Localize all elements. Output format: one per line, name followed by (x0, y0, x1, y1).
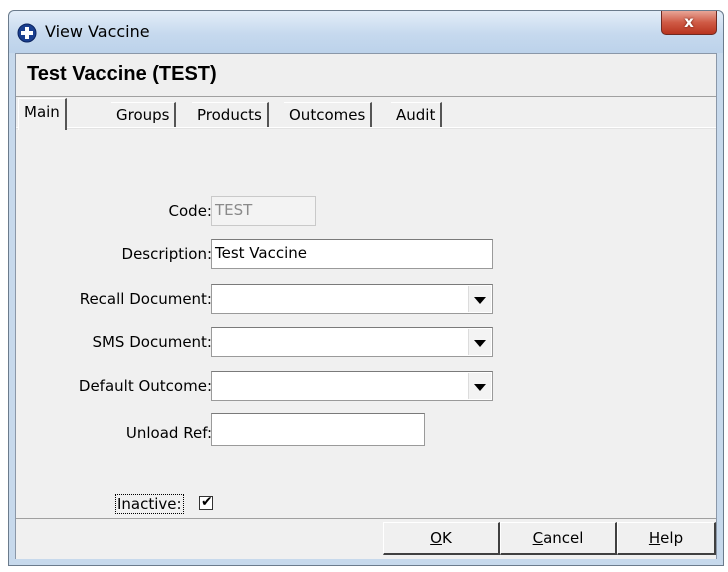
inactive-label[interactable]: Inactive: (115, 494, 184, 514)
ok-label-rest: K (441, 529, 452, 547)
close-icon: x (684, 13, 694, 31)
cancel-label-rest: ancel (543, 529, 584, 547)
button-bar: OK Cancel Help (16, 518, 716, 559)
code-label: Code: (168, 202, 212, 220)
description-label: Description: (121, 245, 212, 263)
sms-document-select[interactable] (211, 327, 493, 357)
default-outcome-label: Default Outcome: (78, 377, 212, 395)
tab-divider-shadow (16, 128, 716, 129)
inactive-checkbox[interactable]: ✔ (199, 494, 213, 510)
view-vaccine-window: View Vaccine x Test Vaccine (TEST) Main … (8, 10, 724, 566)
cancel-accelerator: C (532, 529, 544, 547)
app-cross-icon (17, 23, 37, 43)
chevron-down-icon[interactable] (468, 373, 491, 399)
ok-button[interactable]: OK (383, 522, 500, 555)
tab-main[interactable]: Main (18, 98, 67, 130)
help-label-rest: elp (660, 529, 684, 547)
window-title: View Vaccine (45, 22, 150, 41)
help-accelerator: H (648, 529, 661, 547)
recall-document-label: Recall Document: (79, 290, 212, 308)
description-field[interactable]: Test Vaccine (211, 239, 493, 269)
checkmark-icon: ✔ (201, 494, 213, 510)
title-bar[interactable]: View Vaccine x (9, 11, 723, 53)
unload-ref-label: Unload Ref: (125, 424, 212, 442)
chevron-down-icon[interactable] (468, 286, 491, 312)
default-outcome-select[interactable] (211, 371, 493, 401)
help-button[interactable]: Help (617, 522, 716, 555)
code-field: TEST (211, 196, 316, 226)
tab-products[interactable]: Products (192, 102, 269, 128)
tab-audit[interactable]: Audit (391, 102, 443, 128)
recall-document-select[interactable] (211, 284, 493, 314)
dialog-body: Test Vaccine (TEST) Main Groups Products… (15, 53, 717, 559)
cancel-button[interactable]: Cancel (500, 522, 617, 555)
tab-outcomes[interactable]: Outcomes (284, 102, 373, 128)
ok-accelerator: O (430, 529, 442, 547)
chevron-down-icon[interactable] (468, 329, 491, 355)
unload-ref-field[interactable] (211, 413, 425, 446)
sms-document-label: SMS Document: (92, 333, 212, 351)
tab-groups[interactable]: Groups (111, 102, 177, 128)
page-title: Test Vaccine (TEST) (27, 63, 217, 85)
header-panel: Test Vaccine (TEST) (16, 54, 716, 97)
close-button[interactable]: x (661, 11, 717, 35)
tab-strip: Main Groups Products Outcomes Audit (16, 98, 716, 130)
